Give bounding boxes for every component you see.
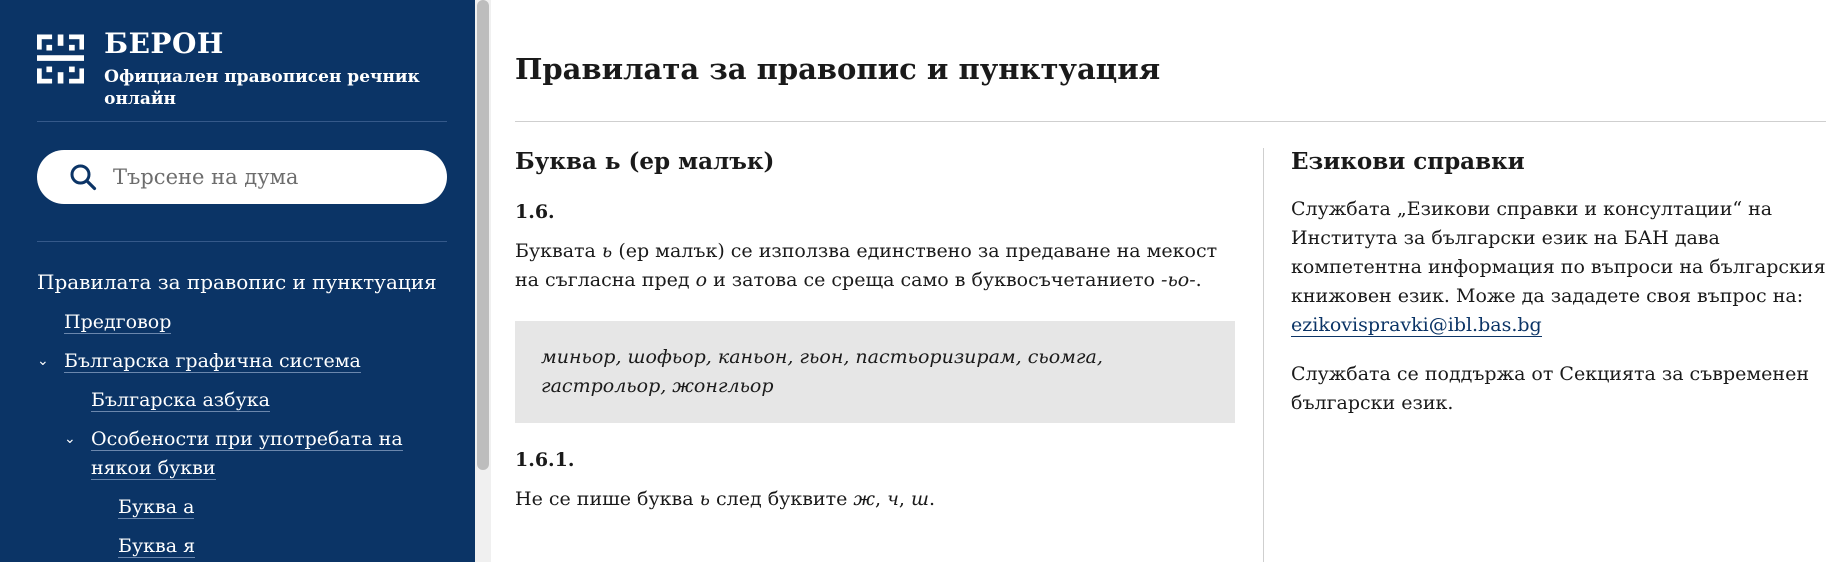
example-box: миньор, шофьор, каньон, гьон, пастьоризи… <box>515 321 1235 423</box>
text-run: -ьо- <box>1161 269 1196 291</box>
rule-paragraph: Буквата ь (ер малък) се използва единств… <box>515 237 1235 295</box>
rule-paragraph: Не се пише буква ь след буквите ж, ч, ш. <box>515 485 1235 514</box>
text-run: . <box>1195 269 1202 291</box>
search-box[interactable] <box>37 150 447 204</box>
text-run: ь <box>699 488 710 510</box>
nav-link-rules[interactable]: Правилата за правопис и пунктуация <box>37 270 437 294</box>
nav-link-graphic-system[interactable]: Българска графична система <box>64 350 361 373</box>
aside-paragraph: Службата се поддържа от Секцията за съвр… <box>1291 363 1809 414</box>
text-run: ш <box>911 488 929 510</box>
chevron-down-icon[interactable]: ⌄ <box>64 425 76 454</box>
text-run: . <box>929 488 936 510</box>
sidebar-scrollbar-thumb[interactable] <box>477 0 489 470</box>
aside-title: Езикови справки <box>1291 148 1525 175</box>
email-link[interactable]: ezikovispravki@ibl.bas.bg <box>1291 314 1542 337</box>
nav-link-preface[interactable]: Предговор <box>64 311 172 334</box>
search-input[interactable] <box>111 164 435 190</box>
nav-link-letter-usage[interactable]: Особености при употребата на някои букви <box>91 428 403 480</box>
aside-text: Службата „Езикови справки и консултации“… <box>1291 198 1826 307</box>
text-run: Не се пише буква <box>515 488 700 510</box>
sidebar-divider <box>37 241 447 242</box>
page-title: Правилата за правопис и пунктуация <box>515 52 1161 86</box>
chevron-down-icon[interactable]: ⌄ <box>37 347 49 376</box>
title-divider <box>515 121 1826 122</box>
nav-item-letter-ya[interactable]: Буква я <box>37 532 457 561</box>
aside-paragraph: Службата „Езикови справки и консултации“… <box>1291 195 1826 340</box>
text-run: , <box>898 488 911 510</box>
nav-item-letter-usage[interactable]: ⌄ Особености при употребата на някои бук… <box>37 425 457 483</box>
text-run: след буквите <box>709 488 854 510</box>
text-run: ь <box>601 240 613 262</box>
nav-item-preface[interactable]: Предговор <box>37 308 457 337</box>
sidebar-divider <box>37 121 447 122</box>
nav-link-letter-a[interactable]: Буква а <box>118 496 195 519</box>
main-content: Правилата за правопис и пунктуация Буква… <box>491 0 1826 562</box>
beron-logo-icon <box>37 34 85 84</box>
nav-item-graphic-system[interactable]: ⌄ Българска графична система <box>37 347 457 376</box>
text-run: и затова се среща само в буквосъчетаниет… <box>707 269 1162 291</box>
nav-item-letter-a[interactable]: Буква а <box>37 493 457 522</box>
sidebar-nav: Правилата за правопис и пунктуация Предг… <box>37 268 457 562</box>
column-divider <box>1263 148 1264 562</box>
brand-subtitle: Официален правописен речник онлайн <box>104 67 420 109</box>
subsection-number: 1.6.1. <box>515 449 575 471</box>
text-run: , <box>874 488 888 510</box>
nav-link-alphabet[interactable]: Българска азбука <box>91 389 270 412</box>
language-help-panel: Езикови справки Службата „Езикови справк… <box>1291 148 1826 418</box>
subsection-number: 1.6. <box>515 201 555 223</box>
sidebar: БЕРОН Официален правописен речник онлайн… <box>0 0 475 562</box>
section-title: Буква ь (ер малък) <box>515 148 775 175</box>
text-run: ч <box>887 488 899 510</box>
nav-item-alphabet[interactable]: Българска азбука <box>37 386 457 415</box>
brand-header[interactable]: БЕРОН Официален правописен речник онлайн <box>37 28 475 110</box>
text-run: о <box>695 269 708 291</box>
text-run: ж <box>853 488 875 510</box>
text-run: Буквата <box>515 240 602 262</box>
brand-title: БЕРОН <box>104 27 224 60</box>
nav-link-letter-ya[interactable]: Буква я <box>118 535 196 558</box>
nav-item-rules[interactable]: Правилата за правопис и пунктуация <box>37 268 457 298</box>
article: Буква ь (ер малък) 1.6. Буквата ь (ер ма… <box>515 148 1235 514</box>
search-icon[interactable] <box>69 163 97 191</box>
